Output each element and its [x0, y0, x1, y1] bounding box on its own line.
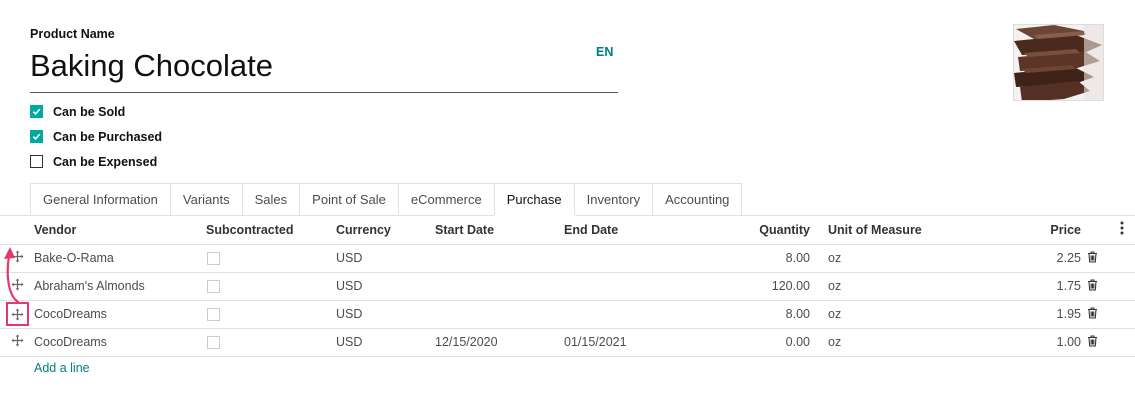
subcontracted-cell	[206, 328, 336, 357]
delete-button[interactable]	[1087, 272, 1109, 301]
drag-handle[interactable]	[0, 328, 34, 357]
reorder-arrow-annotation	[4, 247, 20, 304]
delete-column-header	[1087, 216, 1109, 245]
end-date-cell[interactable]	[564, 300, 704, 329]
price-cell[interactable]: 1.95	[985, 300, 1087, 329]
add-line-link[interactable]: Add a line	[34, 361, 90, 375]
tab-accounting[interactable]: Accounting	[652, 183, 743, 216]
can-be-purchased-label: Can be Purchased	[53, 129, 163, 144]
vendor-cell[interactable]: Bake-O-Rama	[34, 244, 206, 273]
quantity-cell[interactable]: 8.00	[704, 300, 818, 329]
product-options: Can be Sold Can be Purchased Can be Expe…	[30, 99, 162, 174]
vendor-cell[interactable]: CocoDreams	[34, 328, 206, 357]
start-date-cell[interactable]: 12/15/2020	[435, 328, 564, 357]
end-date-cell[interactable]	[564, 272, 704, 301]
delete-button[interactable]	[1087, 300, 1109, 329]
delete-button[interactable]	[1087, 244, 1109, 273]
uom-cell[interactable]: oz	[818, 244, 985, 273]
uom-cell[interactable]: oz	[818, 300, 985, 329]
form-tabs: General Information Variants Sales Point…	[30, 183, 743, 216]
trash-icon	[1088, 250, 1097, 263]
tab-general-information[interactable]: General Information	[30, 183, 171, 216]
table-row[interactable]: CocoDreams USD 8.00 oz 1.95	[0, 300, 1135, 329]
table-header-row: Vendor Subcontracted Currency Start Date…	[0, 216, 1135, 245]
product-name-input[interactable]: Baking Chocolate	[30, 44, 618, 88]
price-cell[interactable]: 2.25	[985, 244, 1087, 273]
product-name-label: Product Name	[30, 27, 115, 41]
tab-sales[interactable]: Sales	[241, 183, 301, 216]
price-column-header[interactable]: Price	[985, 216, 1087, 245]
delete-button[interactable]	[1087, 328, 1109, 357]
price-cell[interactable]: 1.00	[985, 328, 1087, 357]
checkmark-icon	[32, 133, 41, 141]
subcontracted-checkbox[interactable]	[207, 308, 220, 322]
table-row[interactable]: CocoDreams USD 12/15/2020 01/15/2021 0.0…	[0, 328, 1135, 357]
currency-cell[interactable]: USD	[336, 300, 435, 329]
uom-cell[interactable]: oz	[818, 328, 985, 357]
tab-ecommerce[interactable]: eCommerce	[397, 183, 495, 216]
language-button[interactable]: EN	[596, 45, 613, 59]
chocolate-image	[1014, 25, 1103, 100]
uom-cell[interactable]: oz	[818, 272, 985, 301]
vendor-cell[interactable]: Abraham's Almonds	[34, 272, 206, 301]
price-cell[interactable]: 1.75	[985, 272, 1087, 301]
can-be-expensed-checkbox[interactable]	[30, 155, 43, 168]
can-be-expensed-option[interactable]: Can be Expensed	[30, 149, 162, 174]
can-be-sold-label: Can be Sold	[53, 104, 126, 119]
can-be-sold-option[interactable]: Can be Sold	[30, 99, 162, 124]
table-row[interactable]: Bake-O-Rama USD 8.00 oz 2.25	[0, 244, 1135, 273]
vendor-column-header[interactable]: Vendor	[34, 216, 206, 245]
trash-icon	[1088, 278, 1097, 291]
start-date-cell[interactable]	[435, 300, 564, 329]
move-arrows-icon[interactable]	[10, 334, 24, 348]
quantity-cell[interactable]: 0.00	[704, 328, 818, 357]
trash-icon	[1088, 334, 1097, 347]
quantity-column-header[interactable]: Quantity	[704, 216, 818, 245]
currency-cell[interactable]: USD	[336, 328, 435, 357]
currency-column-header[interactable]: Currency	[336, 216, 435, 245]
product-name-field[interactable]: Baking Chocolate	[30, 44, 618, 93]
subcontracted-cell	[206, 272, 336, 301]
currency-cell[interactable]: USD	[336, 272, 435, 301]
vertical-dots-icon	[1120, 221, 1124, 235]
table-row[interactable]: Abraham's Almonds USD 120.00 oz 1.75	[0, 272, 1135, 301]
subcontracted-checkbox[interactable]	[207, 252, 220, 266]
vendor-pricelist-table: Vendor Subcontracted Currency Start Date…	[0, 216, 1135, 357]
subcontracted-cell	[206, 244, 336, 273]
can-be-purchased-option[interactable]: Can be Purchased	[30, 124, 162, 149]
quantity-cell[interactable]: 120.00	[704, 272, 818, 301]
subcontracted-checkbox[interactable]	[207, 280, 220, 294]
end-date-cell[interactable]: 01/15/2021	[564, 328, 704, 357]
vendor-cell[interactable]: CocoDreams	[34, 300, 206, 329]
can-be-purchased-checkbox[interactable]	[30, 130, 43, 143]
product-image[interactable]	[1013, 24, 1104, 101]
end-date-cell[interactable]	[564, 244, 704, 273]
tab-purchase[interactable]: Purchase	[493, 183, 575, 216]
trash-icon	[1088, 306, 1097, 319]
quantity-cell[interactable]: 8.00	[704, 244, 818, 273]
subcontracted-column-header[interactable]: Subcontracted	[206, 216, 336, 245]
can-be-expensed-label: Can be Expensed	[53, 154, 158, 169]
tab-point-of-sale[interactable]: Point of Sale	[299, 183, 399, 216]
start-date-column-header[interactable]: Start Date	[435, 216, 564, 245]
currency-cell[interactable]: USD	[336, 244, 435, 273]
start-date-cell[interactable]	[435, 272, 564, 301]
column-options-button[interactable]	[1109, 216, 1135, 245]
tab-variants[interactable]: Variants	[169, 183, 243, 216]
checkmark-icon	[32, 108, 41, 116]
subcontracted-checkbox[interactable]	[207, 336, 220, 350]
end-date-column-header[interactable]: End Date	[564, 216, 704, 245]
can-be-sold-checkbox[interactable]	[30, 105, 43, 118]
uom-column-header[interactable]: Unit of Measure	[818, 216, 985, 245]
start-date-cell[interactable]	[435, 244, 564, 273]
subcontracted-cell	[206, 300, 336, 329]
tab-inventory[interactable]: Inventory	[573, 183, 654, 216]
